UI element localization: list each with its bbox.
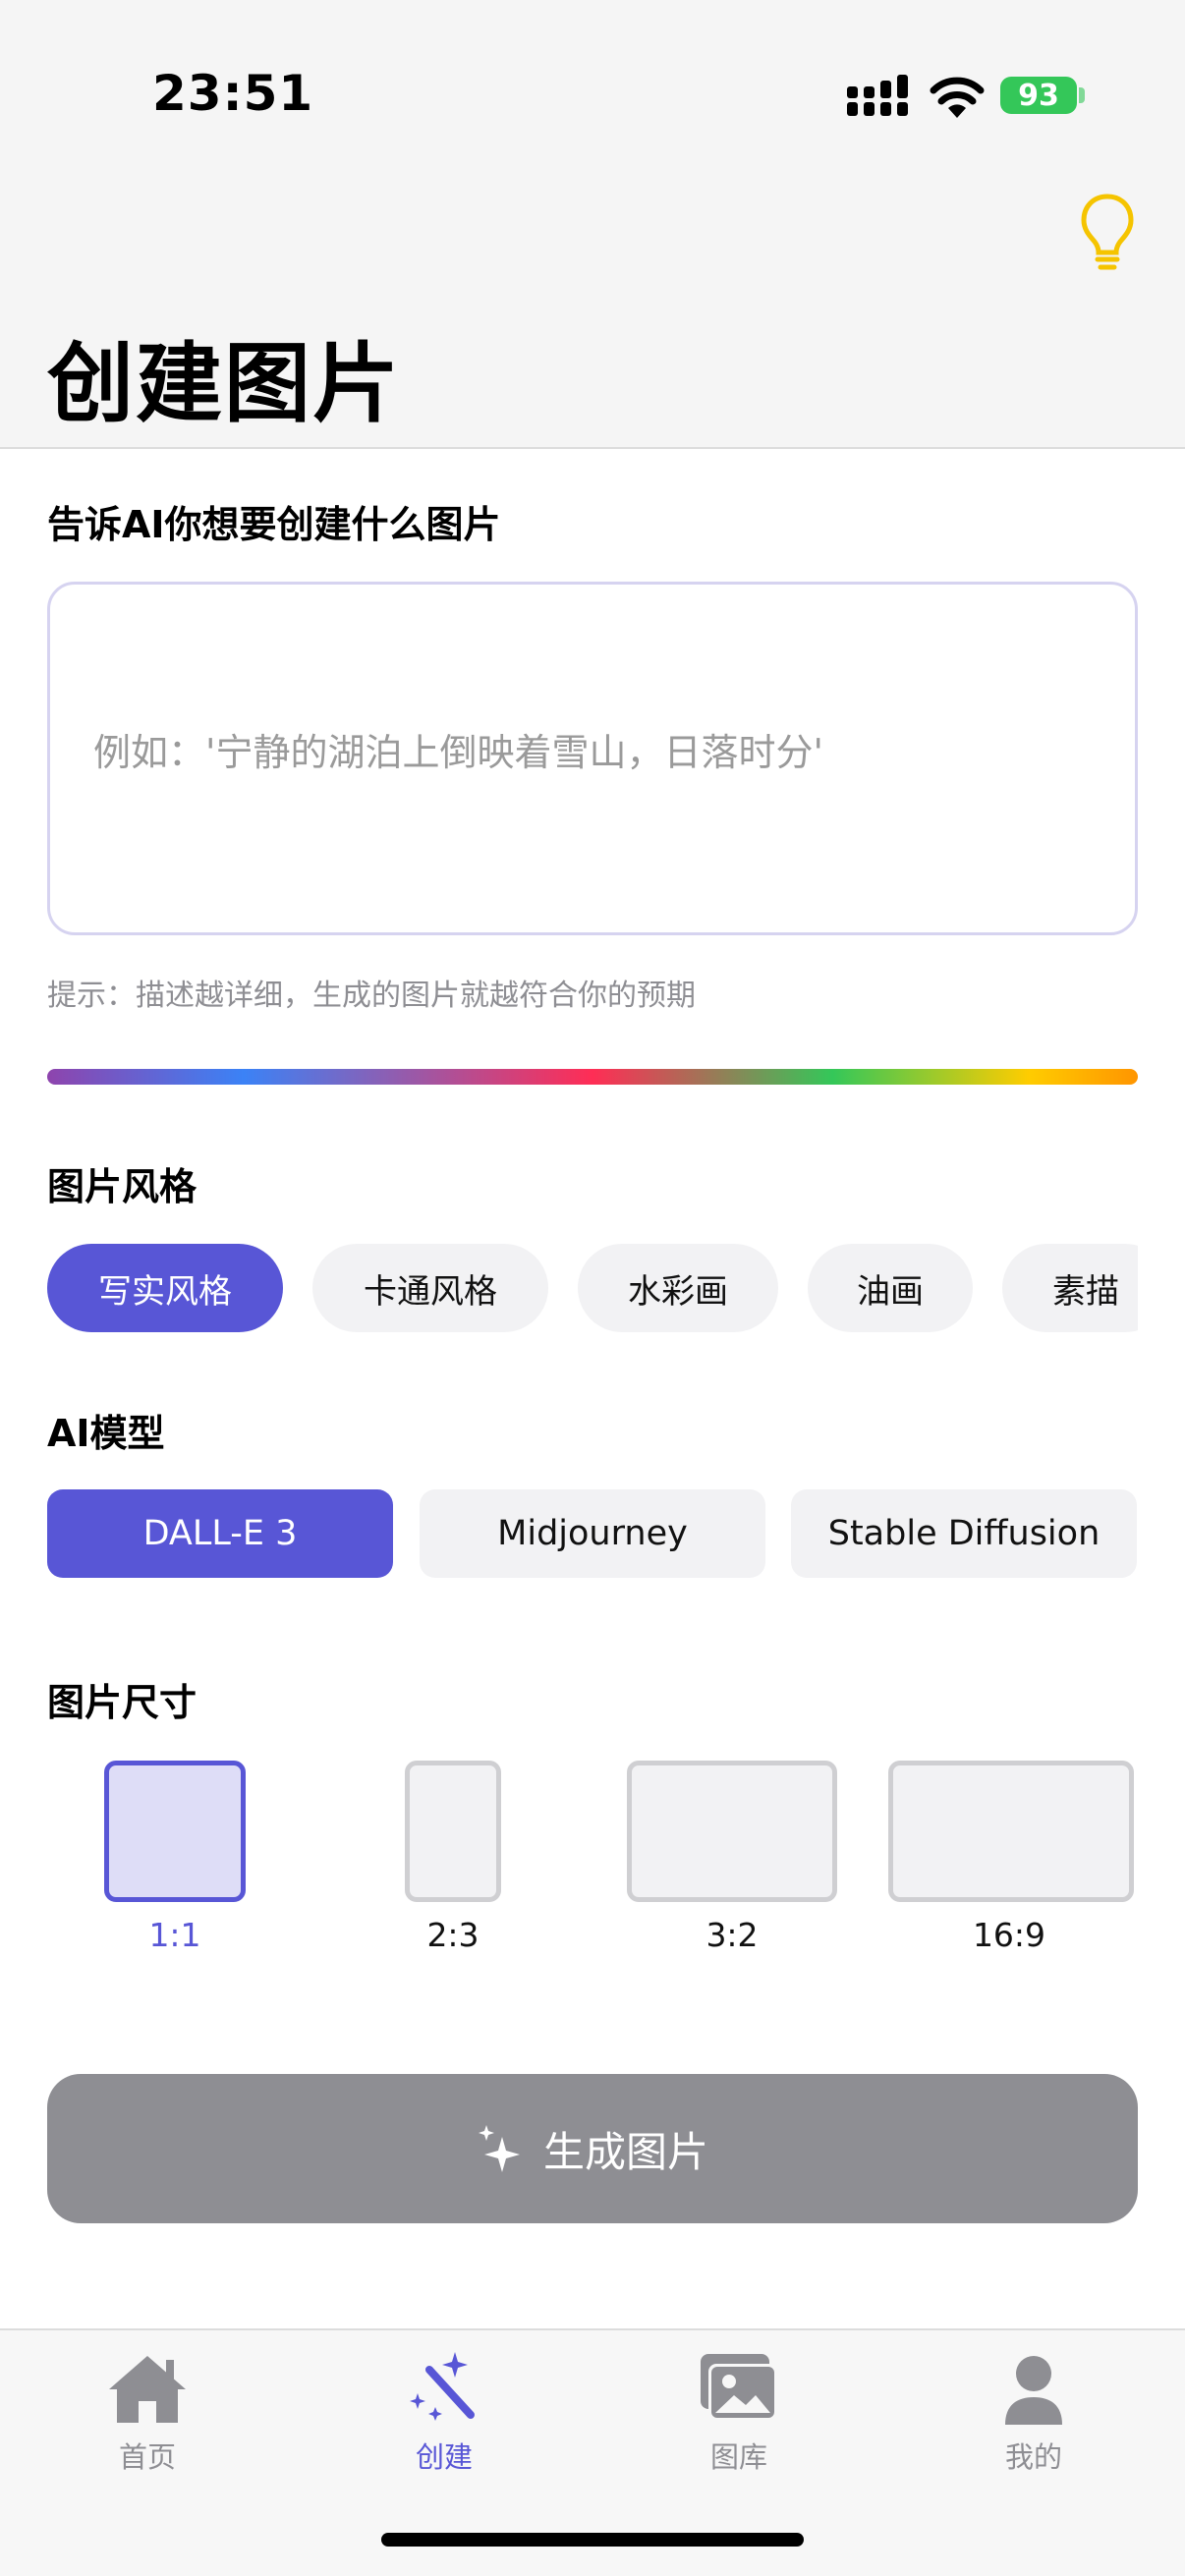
size-option-1-1[interactable] (104, 1761, 246, 1902)
size-label: 图片尺寸 (47, 1681, 198, 1724)
wifi-icon (930, 77, 985, 118)
battery-cap (1079, 87, 1085, 103)
tab-gallery[interactable]: 图库 (641, 2350, 837, 2497)
home-indicator (381, 2533, 804, 2547)
tab-create-label: 创建 (415, 2440, 473, 2474)
model-option-midjourney[interactable]: Midjourney (420, 1489, 765, 1578)
tab-profile-label: 我的 (1004, 2440, 1062, 2474)
magic-wand-icon (410, 2352, 475, 2421)
lightbulb-icon[interactable] (1079, 193, 1136, 271)
style-chip-sketch[interactable]: 素描 (1002, 1244, 1138, 1332)
style-chip-oil-painting[interactable]: 油画 (808, 1244, 973, 1332)
photo-gallery-icon (701, 2354, 777, 2421)
battery-level: 93 (1018, 78, 1059, 113)
prompt-hint: 提示：描述越详细，生成的图片就越符合你的预期 (47, 979, 696, 1013)
gradient-divider (47, 1069, 1138, 1085)
size-label-2-3: 2:3 (426, 1916, 480, 1954)
tab-profile[interactable]: 我的 (935, 2350, 1132, 2497)
style-chip-watercolor[interactable]: 水彩画 (578, 1244, 778, 1332)
size-label-16-9: 16:9 (972, 1916, 1046, 1954)
size-option-3-2[interactable] (627, 1761, 837, 1902)
house-icon (109, 2356, 186, 2423)
cellular-signal-icon (847, 75, 908, 116)
style-label: 图片风格 (47, 1165, 198, 1208)
battery-indicator: 93 (1000, 77, 1077, 114)
prompt-input-container[interactable] (47, 582, 1138, 935)
model-option-stable-diffusion[interactable]: Stable Diffusion (791, 1489, 1137, 1578)
size-label-3-2: 3:2 (705, 1916, 759, 1954)
tab-home[interactable]: 首页 (49, 2350, 246, 2497)
header-area: 23:51 93 创建图片 (0, 0, 1185, 449)
style-chip-cartoon[interactable]: 卡通风格 (312, 1244, 548, 1332)
style-chip-realistic[interactable]: 写实风格 (47, 1244, 283, 1332)
model-label: AI模型 (47, 1412, 165, 1455)
size-option-16-9[interactable] (888, 1761, 1134, 1902)
prompt-label: 告诉AI你想要创建什么图片 (47, 503, 501, 546)
tab-create[interactable]: 创建 (346, 2350, 542, 2497)
prompt-input[interactable] (93, 722, 1086, 781)
size-label-1-1: 1:1 (148, 1916, 201, 1954)
tab-home-label: 首页 (118, 2440, 176, 2474)
model-option-dalle3[interactable]: DALL-E 3 (47, 1489, 393, 1578)
size-option-2-3[interactable] (405, 1761, 501, 1902)
sparkles-icon (478, 2125, 520, 2172)
generate-button[interactable]: 生成图片 (47, 2074, 1138, 2223)
tab-gallery-label: 图库 (709, 2440, 767, 2474)
page-title: 创建图片 (47, 333, 402, 434)
person-icon (1005, 2356, 1062, 2425)
status-time: 23:51 (152, 65, 314, 122)
style-chip-row[interactable]: 写实风格 卡通风格 水彩画 油画 素描 (47, 1244, 1138, 1334)
generate-button-label: 生成图片 (542, 2127, 708, 2176)
